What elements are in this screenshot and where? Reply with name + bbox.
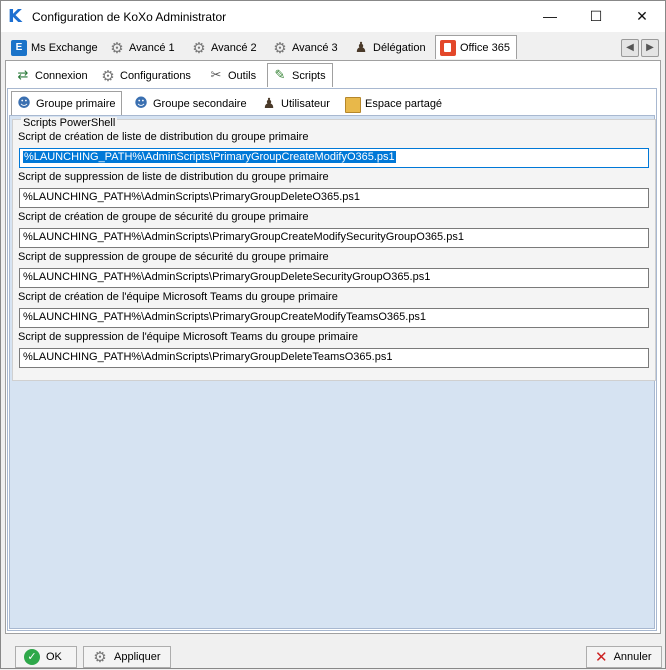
tab-label: Utilisateur xyxy=(281,98,330,110)
tab-label: Office 365 xyxy=(460,41,510,54)
office365-subtabs: ⇄ Connexion ⚙ Configurations ✂ Outils ✎ … xyxy=(1,63,665,89)
field-label-create-teams: Script de création de l'équipe Microsoft… xyxy=(18,291,338,303)
apply-label: Appliquer xyxy=(114,651,161,663)
tab-espace-partage[interactable]: Espace partagé xyxy=(341,93,448,115)
tab-scripts[interactable]: ✎ Scripts xyxy=(267,63,333,87)
group-icon: ☻ xyxy=(134,96,148,111)
tab-avance-1[interactable]: ⚙ Avancé 1 xyxy=(105,37,181,59)
tab-label: Avancé 3 xyxy=(292,42,338,54)
tab-label: Connexion xyxy=(35,70,88,82)
tab-label: Ms Exchange xyxy=(31,42,98,54)
gear-icon: ⚙ xyxy=(101,67,115,85)
cancel-button[interactable]: ✕ Annuler xyxy=(586,646,662,668)
delete-security-group-script-input[interactable]: %LAUNCHING_PATH%\AdminScripts\PrimaryGro… xyxy=(19,268,649,288)
connection-icon: ⇄ xyxy=(17,68,29,83)
tab-configurations[interactable]: ⚙ Configurations xyxy=(96,65,197,87)
koxo-logo-icon: K xyxy=(8,6,22,27)
tab-label: Groupe primaire xyxy=(36,97,116,110)
field-label-create-distribution: Script de création de liste de distribut… xyxy=(18,131,309,143)
ok-button[interactable]: ✓ OK xyxy=(15,646,77,668)
user-icon: ♟ xyxy=(262,96,276,112)
group-icon: ☻ xyxy=(17,95,31,111)
scripts-subtabs: ☻ Groupe primaire ☻ Groupe secondaire ♟ … xyxy=(1,91,665,117)
create-distribution-list-script-input[interactable]: %LAUNCHING_PATH%\AdminScripts\PrimaryGro… xyxy=(19,148,649,168)
bottom-bar: ✓ OK ⚙ Appliquer ✕ Annuler xyxy=(1,646,665,670)
scroll-left-button[interactable]: ◀ xyxy=(621,39,639,57)
user-icon: ♟ xyxy=(354,40,368,56)
minimize-button[interactable]: — xyxy=(527,1,573,32)
tools-icon: ✂ xyxy=(210,68,222,83)
gear-icon: ⚙ xyxy=(110,39,124,57)
office-icon xyxy=(440,39,456,56)
field-label-delete-security: Script de suppression de groupe de sécur… xyxy=(18,251,329,263)
delete-teams-script-input[interactable]: %LAUNCHING_PATH%\AdminScripts\PrimaryGro… xyxy=(19,348,649,368)
tab-groupe-secondaire[interactable]: ☻ Groupe secondaire xyxy=(129,93,253,115)
tab-label: Avancé 2 xyxy=(211,42,257,54)
exchange-icon: E xyxy=(11,40,27,56)
window-title: Configuration de KoXo Administrator xyxy=(32,10,227,24)
group-legend: Scripts PowerShell xyxy=(21,117,118,129)
tab-label: Groupe secondaire xyxy=(153,98,247,110)
config-window: K Configuration de KoXo Administrator — … xyxy=(0,0,666,669)
tab-label: Avancé 1 xyxy=(129,42,175,54)
field-label-delete-teams: Script de suppression de l'équipe Micros… xyxy=(18,331,359,343)
create-security-group-script-input[interactable]: %LAUNCHING_PATH%\AdminScripts\PrimaryGro… xyxy=(19,228,649,248)
maximize-button[interactable]: ☐ xyxy=(573,1,619,32)
field-label-delete-distribution: Script de suppression de liste de distri… xyxy=(18,171,329,183)
scroll-right-button[interactable]: ▶ xyxy=(641,39,659,57)
cancel-label: Annuler xyxy=(613,651,652,663)
tab-connexion[interactable]: ⇄ Connexion xyxy=(11,65,94,87)
tab-label: Délégation xyxy=(373,42,426,54)
gear-icon: ⚙ xyxy=(192,39,206,57)
tab-outils[interactable]: ✂ Outils xyxy=(204,65,262,87)
tab-avance-3[interactable]: ⚙ Avancé 3 xyxy=(268,37,344,59)
script-icon: ✎ xyxy=(274,67,286,83)
close-window-button[interactable]: ✕ xyxy=(619,1,665,32)
cancel-icon: ✕ xyxy=(595,648,608,666)
title-bar: K Configuration de KoXo Administrator — … xyxy=(1,1,665,32)
tab-delegation[interactable]: ♟ Délégation xyxy=(349,37,432,59)
check-icon: ✓ xyxy=(24,649,40,665)
selected-text: %LAUNCHING_PATH%\AdminScripts\PrimaryGro… xyxy=(23,151,396,163)
gear-icon: ⚙ xyxy=(93,648,107,666)
tab-utilisateur[interactable]: ♟ Utilisateur xyxy=(257,93,336,115)
tab-ms-exchange[interactable]: E Ms Exchange xyxy=(7,37,104,59)
tab-groupe-primaire[interactable]: ☻ Groupe primaire xyxy=(11,91,123,115)
tab-scroll-buttons: ◀ ▶ xyxy=(621,39,659,57)
tab-avance-2[interactable]: ⚙ Avancé 2 xyxy=(187,37,263,59)
tab-label: Configurations xyxy=(120,70,191,82)
apply-button[interactable]: ⚙ Appliquer xyxy=(83,646,171,668)
main-tabs: E Ms Exchange ⚙ Avancé 1 ⚙ Avancé 2 ⚙ Av… xyxy=(1,35,665,61)
tab-office-365[interactable]: Office 365 xyxy=(435,35,517,59)
create-teams-script-input[interactable]: %LAUNCHING_PATH%\AdminScripts\PrimaryGro… xyxy=(19,308,649,328)
tab-label: Scripts xyxy=(292,69,326,82)
tab-label: Espace partagé xyxy=(365,98,443,110)
folder-icon xyxy=(345,97,361,113)
ok-label: OK xyxy=(46,651,62,663)
tab-label: Outils xyxy=(228,70,257,82)
field-label-create-security: Script de création de groupe de sécurité… xyxy=(18,211,309,223)
gear-icon: ⚙ xyxy=(273,39,287,57)
delete-distribution-list-script-input[interactable]: %LAUNCHING_PATH%\AdminScripts\PrimaryGro… xyxy=(19,188,649,208)
